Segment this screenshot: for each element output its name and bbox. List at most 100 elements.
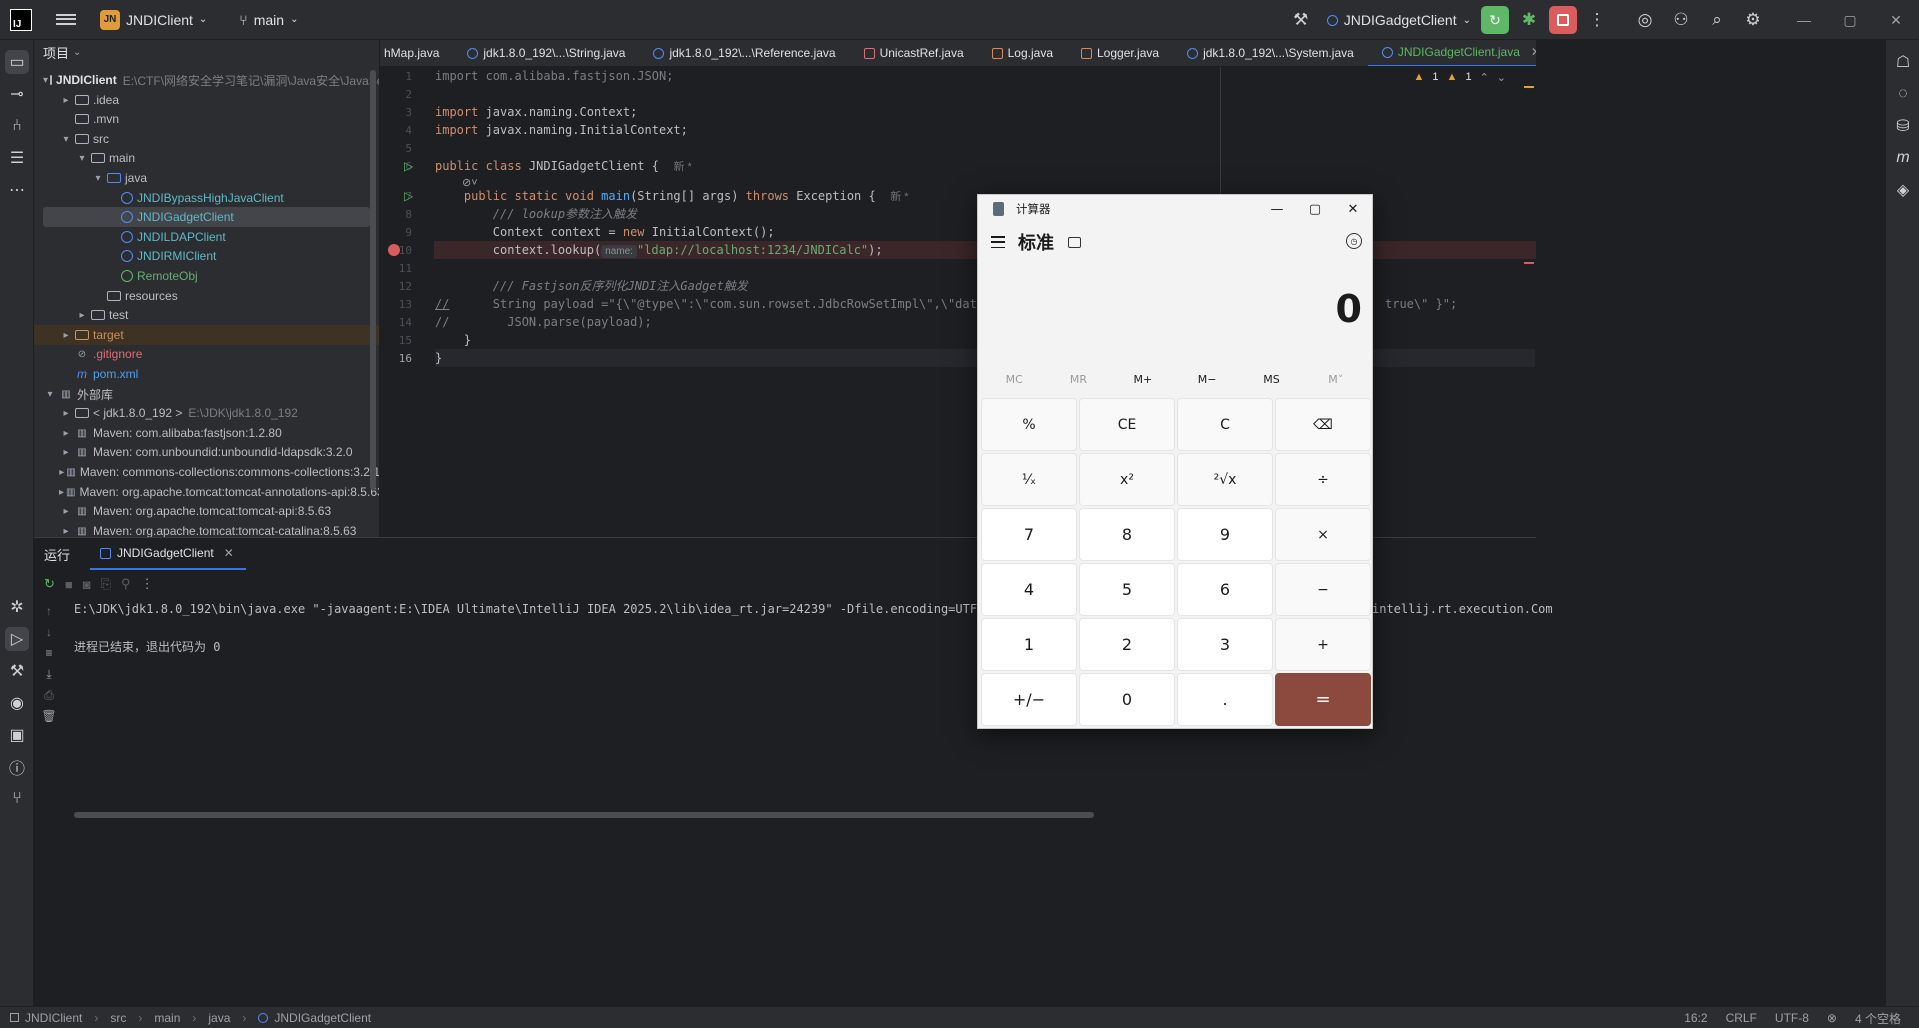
chevron-down-icon[interactable]: ▾ [43,75,48,86]
inspection-widget[interactable]: ▲ 1 ▲ 1 ⌃ ⌄ [1414,71,1506,84]
history-icon[interactable]: ◷ [1346,233,1362,249]
attach-icon[interactable]: ⚲ [121,576,131,592]
tree-item-jdk[interactable]: ▸ < jdk1.8.0_192 > E:\JDK\jdk1.8.0_192 [34,403,379,423]
close-tab-icon[interactable]: ✕ [224,546,234,560]
structure-tool-icon[interactable]: ☰ [5,146,29,170]
clear-entry-button[interactable]: CE [1079,398,1175,451]
tree-item-mvn[interactable]: .mvn [34,109,379,129]
trash-icon[interactable]: 🗑 [34,709,64,730]
memory-subtract-button[interactable]: M− [1175,365,1239,393]
restore-layout-icon[interactable]: ⎘ [101,576,111,592]
rerun-icon[interactable]: ↻ [44,576,55,592]
negate-button[interactable]: +/− [981,673,1077,726]
stop-icon[interactable]: ■ [65,577,73,592]
editor-tab[interactable]: UnicastRef.java [850,40,978,66]
notifications-icon[interactable]: ☖ [1891,50,1915,74]
tree-item-main[interactable]: ▾ main [34,148,379,168]
chevron-right-icon[interactable]: ▸ [59,487,64,498]
commit-tool-icon[interactable]: ⊸ [5,82,29,106]
run-tool-icon[interactable]: ▷ [5,627,29,651]
scroll-to-end-icon[interactable]: ⤓ [34,667,64,688]
problems-tool-icon[interactable]: ⓘ [5,755,29,779]
tree-item-class[interactable]: JNDIBypassHighJavaClient [34,188,379,208]
caret-position[interactable]: 16:2 [1684,1011,1707,1025]
project-panel-header[interactable]: 项目 ⌄ [34,41,379,63]
memory-recall-button[interactable]: MR [1046,365,1110,393]
editor-tab[interactable]: Log.java [978,40,1067,66]
digit-4-button[interactable]: 4 [981,563,1077,616]
print-icon[interactable]: ⎙ [34,688,64,709]
equals-button[interactable]: = [1275,673,1371,726]
navigation-menu-button[interactable] [991,236,1005,248]
tree-item-library[interactable]: ▸ ▥ Maven: com.unboundid:unboundid-ldaps… [34,442,379,462]
branch-switcher[interactable]: ⑂ main ⌄ [239,12,298,28]
add-user-icon[interactable]: ⚇ [1667,6,1695,34]
build-tool-icon[interactable]: ⚒ [5,659,29,683]
database-icon[interactable]: ⛁ [1891,114,1915,138]
debug-icon[interactable]: ✱ [1515,6,1543,34]
arrow-up-icon[interactable]: ↑ [34,604,64,625]
camera-icon[interactable]: ◙ [83,577,91,592]
arrow-down-icon[interactable]: ↓ [34,625,64,646]
main-menu-button[interactable] [56,10,76,30]
maximize-button[interactable]: ▢ [1296,195,1334,223]
tree-item-class-selected[interactable]: JNDIGadgetClient [43,207,370,227]
decimal-button[interactable]: . [1177,673,1273,726]
digit-8-button[interactable]: 8 [1079,508,1175,561]
tree-item-library[interactable]: ▸ ▥ Maven: com.alibaba:fastjson:1.2.80 [34,423,379,443]
tree-item-library[interactable]: ▸ ▥ Maven: org.apache.tomcat:tomcat-cata… [34,521,379,537]
chevron-right-icon[interactable]: ▸ [75,310,89,321]
tree-item-library[interactable]: ▸ ▥ Maven: commons-collections:commons-c… [34,462,379,482]
minimize-button[interactable]: — [1258,195,1296,223]
memory-list-button[interactable]: M˅ [1304,365,1368,393]
tree-item-target[interactable]: ▸ target [34,325,379,345]
chevron-right-icon[interactable]: ▸ [59,408,73,419]
minimize-button[interactable]: — [1781,0,1827,40]
chevron-down-icon[interactable]: ▾ [43,389,57,400]
ai-assistant-icon[interactable]: ◎ [1631,6,1659,34]
project-panel-scrollbar[interactable] [370,70,376,490]
tree-item-java[interactable]: ▾ java [34,168,379,188]
tree-item-external-libs[interactable]: ▾ ▥ 外部库 [34,384,379,404]
breadcrumb-item[interactable]: src [110,1011,126,1025]
tree-item-src[interactable]: ▾ src [34,129,379,149]
close-tab-icon[interactable]: ✕ [1531,45,1536,59]
plus-button[interactable]: + [1275,618,1371,671]
breadcrumb-item[interactable]: JNDIClient [25,1011,82,1025]
tree-item-module[interactable]: ▾ JNDIClient E:\CTF\网络安全学习笔记\漏洞\Java安全\J… [34,70,379,90]
chevron-right-icon[interactable]: ▸ [59,447,73,458]
chevron-right-icon[interactable]: ▸ [59,428,73,439]
run-tab[interactable]: JNDIGadgetClient ✕ [90,538,246,570]
chevron-down-icon[interactable]: ▾ [91,173,105,184]
debug-tool-icon[interactable]: ✲ [5,595,29,619]
file-encoding[interactable]: UTF-8 [1775,1011,1809,1025]
tree-item-gitignore[interactable]: ⊘ .gitignore [34,344,379,364]
pull-requests-icon[interactable]: ⑃ [5,114,29,138]
run-gutter-icon[interactable]: ▷ [404,189,413,203]
chevron-right-icon[interactable]: ▸ [59,95,73,106]
tree-item-test[interactable]: ▸ test [34,305,379,325]
digit-5-button[interactable]: 5 [1079,563,1175,616]
chevron-up-icon[interactable]: ⌃ [1480,71,1489,84]
more-tools-icon[interactable]: ⋯ [5,178,29,202]
square-root-button[interactable]: ²√x [1177,453,1273,506]
console-horizontal-scrollbar[interactable] [74,812,1094,818]
chevron-right-icon[interactable]: ▸ [59,506,73,517]
digit-1-button[interactable]: 1 [981,618,1077,671]
hammer-icon[interactable]: ⚒ [1287,6,1315,34]
run-config-selector[interactable]: JNDIGadgetClient ⌄ [1326,12,1471,28]
chevron-right-icon[interactable]: ▸ [59,526,73,537]
tree-item-resources[interactable]: resources [34,286,379,306]
chevron-right-icon[interactable]: ▸ [59,467,64,478]
digit-7-button[interactable]: 7 [981,508,1077,561]
breadcrumb-item[interactable]: main [154,1011,180,1025]
ai-chat-icon[interactable]: ◌ [1891,82,1915,106]
tree-item-library[interactable]: ▸ ▥ Maven: org.apache.tomcat:tomcat-anno… [34,482,379,502]
percent-button[interactable]: % [981,398,1077,451]
digit-2-button[interactable]: 2 [1079,618,1175,671]
project-switcher[interactable]: JN JNDIClient ⌄ [100,9,207,30]
chevron-down-icon[interactable]: ▾ [59,134,73,145]
memory-add-button[interactable]: M+ [1111,365,1175,393]
chevron-down-icon[interactable]: ⌄ [1497,71,1506,84]
search-icon[interactable]: ⌕ [1703,6,1731,34]
